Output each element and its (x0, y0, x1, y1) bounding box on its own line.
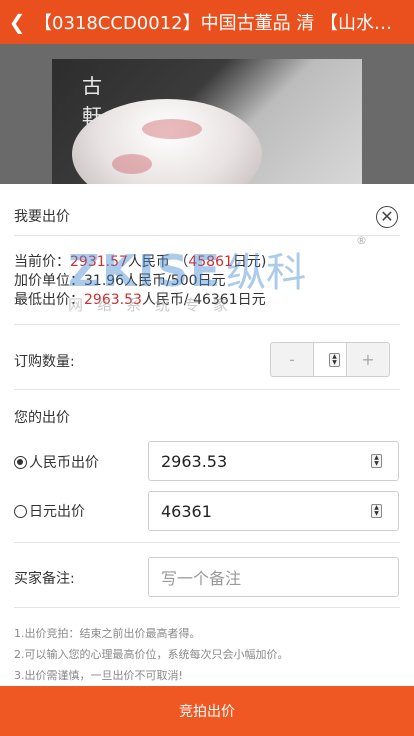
submit-bid-button[interactable]: 竞拍出价 (0, 686, 414, 736)
page-title: 【0318CCD0012】中国古董品 清 【山水… (34, 13, 393, 34)
bid-dialog: 我要出价 ✕ 当前价：2931.57人民币 （45861日元) 加价单位：31.… (0, 184, 414, 736)
current-price-label: 当前价： (14, 254, 70, 270)
chevron-left-icon[interactable]: ❮ (0, 10, 34, 34)
current-price-rmb: 2931.57 (70, 254, 128, 270)
quantity-minus-button[interactable]: - (271, 343, 313, 376)
quantity-stepper[interactable]: - ▲ ▼ + (270, 342, 390, 377)
price-info: 当前价：2931.57人民币 （45861日元) 加价单位：31.96人民币/5… (14, 253, 400, 310)
increment-line: 加价单位：31.96人民币/500日元 (14, 273, 226, 289)
divider (14, 389, 400, 390)
radio-unselected-icon[interactable] (14, 505, 27, 518)
your-bid-label: 您的出价 (14, 410, 70, 426)
spinner-icon[interactable]: ▲ ▼ (329, 352, 340, 367)
note-item: 3.出价需谨慎，一旦出价不可取消! (14, 669, 183, 682)
quantity-input[interactable]: ▲ ▼ (313, 343, 347, 376)
note-item: 1.出价竞拍：结束之前出价最高者得。 (14, 627, 201, 640)
divider (14, 607, 400, 608)
spinner-icon[interactable]: ▲ ▼ (371, 504, 382, 518)
jpy-bid-input[interactable]: 46361 ▲ ▼ (148, 491, 399, 531)
divider (14, 235, 400, 236)
jpy-bid-value: 46361 (161, 501, 212, 521)
min-bid-rmb: 2963.53 (84, 292, 142, 308)
current-price-line: 当前价：2931.57人民币 （45861日元) (14, 253, 400, 272)
jpy-unit: 日元) (232, 254, 267, 270)
rmb-bid-value: 2963.53 (161, 451, 228, 471)
remark-input[interactable]: 写一个备注 (148, 557, 399, 597)
min-bid-rest: 人民币/ 46361日元 (141, 292, 266, 308)
top-navigation-bar: ❮ 【0318CCD0012】中国古董品 清 【山水… (0, 0, 414, 44)
quantity-plus-button[interactable]: + (347, 343, 389, 376)
note-item: 2.可以输入您的心理最高价位，系统每次只会小幅加价。 (14, 648, 289, 661)
spinner-icon[interactable]: ▲ ▼ (371, 454, 382, 468)
jpy-option-label: 日元出价 (29, 504, 85, 520)
divider (14, 542, 400, 543)
dialog-heading: 我要出价 (14, 209, 70, 225)
rmb-bid-input[interactable]: 2963.53 ▲ ▼ (148, 441, 399, 481)
min-bid-label: 最低出价： (14, 292, 84, 308)
jpy-bid-option[interactable]: 日元出价 (14, 501, 144, 521)
rmb-unit: 人民币 (127, 254, 170, 270)
rmb-bid-option[interactable]: 人民币出价 (14, 452, 144, 472)
remark-placeholder: 写一个备注 (161, 569, 242, 588)
min-bid-line: 最低出价：2963.53人民币/ 46361日元 (14, 291, 400, 310)
paren-open: （ (174, 254, 189, 270)
product-image: 古軒 (52, 59, 362, 189)
divider (14, 324, 400, 325)
bid-notes: 1.出价竞拍：结束之前出价最高者得。 2.可以输入您的心理最高价位，系统每次只会… (14, 623, 400, 686)
radio-selected-icon[interactable] (14, 456, 27, 469)
close-icon[interactable]: ✕ (376, 206, 398, 228)
rmb-option-label: 人民币出价 (29, 455, 99, 471)
current-price-jpy: 45861 (188, 254, 233, 270)
